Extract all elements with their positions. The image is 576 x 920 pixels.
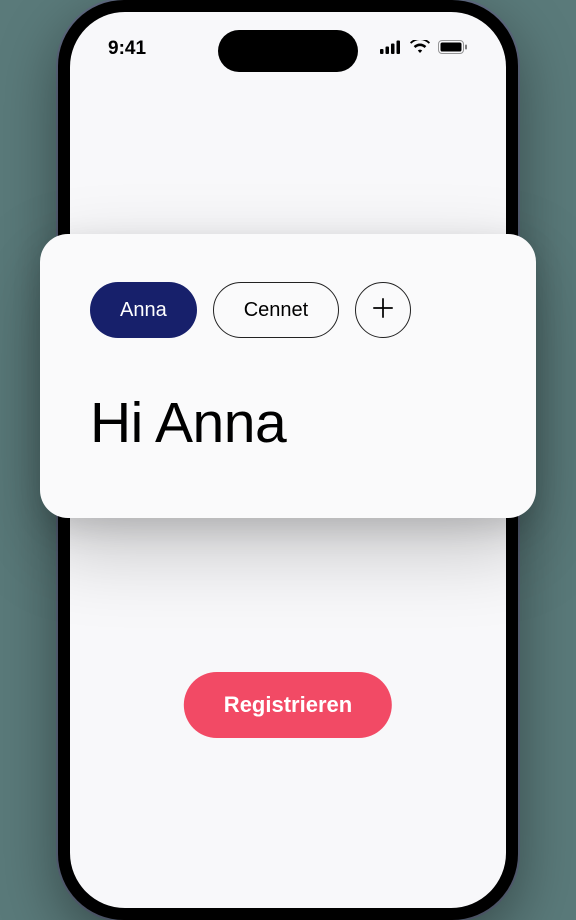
profile-card: Anna Cennet Hi Anna <box>40 234 536 518</box>
plus-icon <box>370 295 396 326</box>
phone-frame: 9:41 <box>58 0 518 920</box>
greeting-heading: Hi Anna <box>90 390 486 456</box>
register-button[interactable]: Registrieren <box>184 672 392 738</box>
profile-chip-anna[interactable]: Anna <box>90 282 197 338</box>
cellular-icon <box>380 40 402 59</box>
add-profile-button[interactable] <box>355 282 411 338</box>
status-icons <box>380 40 468 59</box>
chip-label: Anna <box>120 299 167 322</box>
battery-icon <box>438 40 468 59</box>
profile-chip-cennet[interactable]: Cennet <box>213 282 340 338</box>
profile-chips: Anna Cennet <box>90 282 486 338</box>
screen: 9:41 <box>70 12 506 908</box>
register-label: Registrieren <box>224 692 352 717</box>
chip-label: Cennet <box>244 299 309 322</box>
dynamic-island <box>218 30 358 72</box>
wifi-icon <box>410 40 430 59</box>
status-time: 9:41 <box>108 38 146 60</box>
